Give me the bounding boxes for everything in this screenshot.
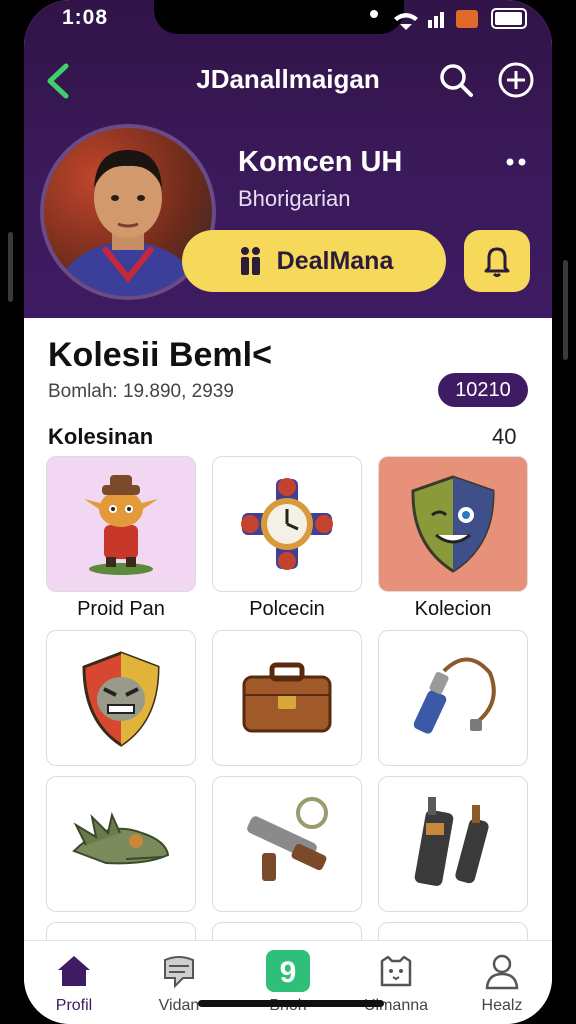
card-label: Proid Pan — [77, 598, 165, 620]
collection-meta: Bomlah: 19.890, 2939 — [48, 381, 234, 402]
home-icon — [58, 956, 90, 986]
angry-shield-icon — [82, 651, 160, 747]
phone-screen: 1:08 JDanallmaigan Komcen UH Bhorigarian… — [24, 0, 552, 1024]
collection-card[interactable] — [378, 456, 528, 592]
collection-card[interactable] — [378, 776, 528, 912]
flashlight-cord-icon — [413, 657, 496, 734]
collection-card[interactable] — [378, 630, 528, 766]
deal-button[interactable]: DealMana — [182, 230, 446, 292]
search-icon — [440, 64, 473, 97]
card-label: Polcecin — [249, 598, 325, 620]
cat-box-icon — [380, 955, 412, 987]
collection-card[interactable] — [212, 456, 362, 592]
dragon-head-icon — [72, 811, 170, 865]
nav-label: Healz — [481, 997, 523, 1014]
nav-label: Profil — [55, 997, 93, 1014]
status-icons — [370, 8, 527, 30]
collection-title: Kolesii Beml< — [48, 336, 272, 374]
people-icon — [240, 247, 260, 275]
gear-clock-icon — [241, 478, 333, 570]
profile-header: 1:08 JDanallmaigan Komcen UH Bhorigarian… — [24, 0, 552, 318]
phone-side-button-left — [8, 232, 13, 302]
collection-card[interactable] — [46, 776, 196, 912]
profile-subtitle: Bhorigarian — [238, 186, 351, 211]
count-badge: 10210 — [438, 373, 528, 407]
phone-side-button-right — [563, 260, 568, 360]
section-count: 40 — [492, 424, 517, 449]
home-indicator — [198, 1000, 384, 1007]
briefcase-icon — [242, 662, 332, 733]
collection-card[interactable] — [46, 456, 196, 592]
profile-name: Komcen UH — [238, 146, 403, 178]
more-options-button[interactable] — [502, 150, 530, 174]
walkie-talkie-icon — [414, 797, 489, 886]
user-icon — [485, 954, 519, 990]
app-9-icon: 9 — [266, 950, 310, 992]
goblin-figure-icon — [84, 475, 158, 575]
deal-button-label: DealMana — [276, 246, 394, 275]
add-button[interactable] — [496, 60, 536, 100]
section-label: Kolesinan — [48, 424, 154, 449]
collection-card[interactable] — [212, 776, 362, 912]
more-dots-icon — [506, 158, 526, 166]
status-time: 1:08 — [62, 6, 109, 29]
mask-shield-icon — [411, 475, 495, 573]
nav-item-healz[interactable]: Healz — [454, 951, 550, 1015]
collection-card[interactable] — [46, 630, 196, 766]
plus-circle-icon — [498, 62, 534, 98]
card-label: Kolecion — [414, 598, 492, 620]
notifications-button[interactable] — [464, 230, 530, 292]
collection-card[interactable] — [212, 630, 362, 766]
bottom-nav: Profil Vidan 9 Bnoh — [24, 940, 552, 1024]
blaster-gun-icon — [247, 797, 328, 881]
search-button[interactable] — [436, 60, 476, 100]
svg-text:9: 9 — [280, 956, 297, 989]
bell-icon — [484, 247, 510, 277]
chat-bubble-icon — [164, 956, 194, 988]
nav-item-profil[interactable]: Profil — [26, 951, 122, 1015]
